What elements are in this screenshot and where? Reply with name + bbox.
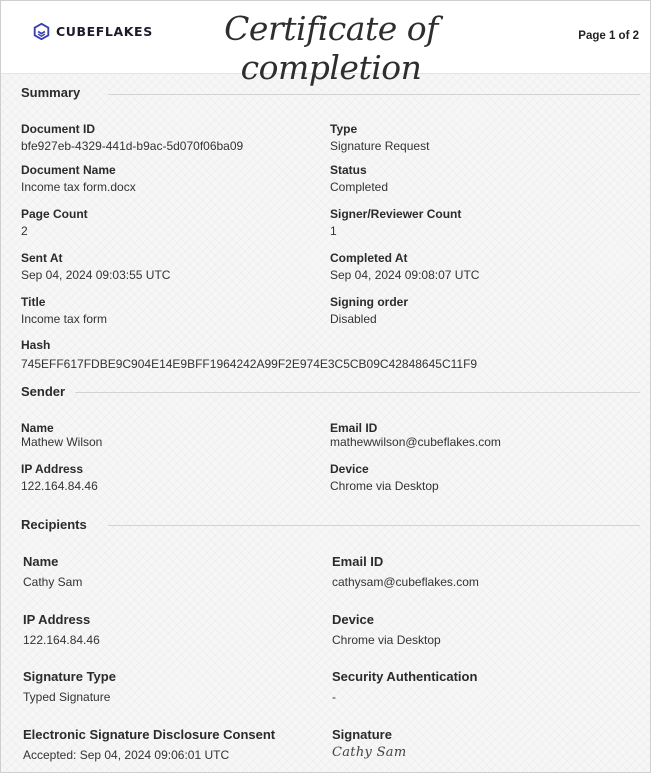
certificate-page: CUBEFLAKES Certificate of completion Pag… <box>0 0 651 773</box>
page-number: Page 1 of 2 <box>578 30 639 42</box>
field-label: Electronic Signature Disclosure Consent <box>23 727 276 742</box>
field-label: Signing order <box>330 295 408 309</box>
recipients-divider <box>108 525 640 526</box>
field-label: Type <box>330 122 358 136</box>
completed-at-field: Completed At Sep 04, 2024 09:08:07 UTC <box>330 250 479 283</box>
page-count-field: Page Count 2 <box>21 206 88 239</box>
field-value: Chrome via Desktop <box>332 633 441 647</box>
brand-logo: CUBEFLAKES <box>33 23 153 40</box>
signature-type-field: Signature Type Typed Signature <box>23 668 116 705</box>
sent-at-field: Sent At Sep 04, 2024 09:03:55 UTC <box>21 250 170 283</box>
field-label: Signature <box>332 727 392 742</box>
field-value: Signature Request <box>330 139 430 153</box>
field-label: Name <box>23 554 59 569</box>
field-value: Completed <box>330 180 389 194</box>
field-label: Document ID <box>21 122 96 136</box>
typed-signature: Cathy Sam <box>332 745 407 760</box>
recipient-device-field: Device Chrome via Desktop <box>332 611 441 648</box>
field-label: IP Address <box>21 462 84 476</box>
field-value: Typed Signature <box>23 690 111 704</box>
field-label: Signature Type <box>23 669 116 684</box>
recipient-email-field: Email ID cathysam@cubeflakes.com <box>332 553 479 590</box>
sender-ip-field: IP Address 122.164.84.46 <box>21 461 98 494</box>
field-value: 122.164.84.46 <box>21 479 98 493</box>
field-label: IP Address <box>23 612 91 627</box>
field-value: mathewwilson@cubeflakes.com <box>330 435 501 449</box>
cube-logo-icon <box>33 23 50 40</box>
field-label: Hash <box>21 338 51 352</box>
field-value: bfe927eb-4329-441d-b9ac-5d070f06ba09 <box>21 139 244 153</box>
type-field: Type Signature Request <box>330 121 429 154</box>
field-value: 2 <box>21 224 28 238</box>
sender-divider <box>75 392 640 393</box>
field-label: Signer/Reviewer Count <box>330 207 462 221</box>
field-value: Mathew Wilson <box>21 435 103 449</box>
recipient-ip-field: IP Address 122.164.84.46 <box>23 611 100 648</box>
field-value: Income tax form <box>21 312 108 326</box>
field-value: Chrome via Desktop <box>330 479 439 493</box>
field-value: Income tax form.docx <box>21 180 136 194</box>
field-label: Status <box>330 163 367 177</box>
certificate-title: Certificate of completion <box>224 9 438 87</box>
consent-field: Electronic Signature Disclosure Consent … <box>23 726 275 763</box>
signer-count-field: Signer/Reviewer Count 1 <box>330 206 461 239</box>
field-label: Page Count <box>21 207 88 221</box>
recipient-name-field: Name Cathy Sam <box>23 553 82 590</box>
summary-heading: Summary <box>21 85 81 100</box>
signing-order-field: Signing order Disabled <box>330 294 408 327</box>
field-label: Title <box>21 295 46 309</box>
sender-name-field: Name Mathew Wilson <box>21 420 102 450</box>
title-field: Title Income tax form <box>21 294 107 327</box>
field-value: 745EFF617FDBE9C904E14E9BFF1964242A99F2E9… <box>21 357 478 371</box>
field-value: cathysam@cubeflakes.com <box>332 575 479 589</box>
field-value: Sep 04, 2024 09:03:55 UTC <box>21 268 171 282</box>
brand-name: CUBEFLAKES <box>56 24 153 39</box>
field-value: Cathy Sam <box>23 575 83 589</box>
signature-field: Signature Cathy Sam <box>332 726 406 760</box>
document-name-field: Document Name Income tax form.docx <box>21 162 136 195</box>
field-label: Security Authentication <box>332 669 478 684</box>
field-label: Sent At <box>21 251 63 265</box>
field-value: - <box>332 690 336 704</box>
field-value: 1 <box>330 224 337 238</box>
field-value: 122.164.84.46 <box>23 633 100 647</box>
sender-device-field: Device Chrome via Desktop <box>330 461 439 494</box>
field-value: Disabled <box>330 312 377 326</box>
document-id-field: Document ID bfe927eb-4329-441d-b9ac-5d07… <box>21 121 243 154</box>
field-value: Sep 04, 2024 09:08:07 UTC <box>330 268 480 282</box>
field-label: Device <box>332 612 374 627</box>
field-label: Document Name <box>21 163 116 177</box>
sender-email-field: Email ID mathewwilson@cubeflakes.com <box>330 420 501 450</box>
field-value: Accepted: Sep 04, 2024 09:06:01 UTC <box>23 748 230 762</box>
recipients-heading: Recipients <box>21 517 87 532</box>
field-label: Completed At <box>330 251 408 265</box>
hash-field: Hash 745EFF617FDBE9C904E14E9BFF1964242A9… <box>21 337 477 372</box>
certificate-header: CUBEFLAKES Certificate of completion Pag… <box>1 1 650 87</box>
field-label: Device <box>330 462 369 476</box>
security-auth-field: Security Authentication - <box>332 668 477 705</box>
status-field: Status Completed <box>330 162 388 195</box>
summary-divider <box>108 94 640 95</box>
field-label: Email ID <box>332 554 384 569</box>
